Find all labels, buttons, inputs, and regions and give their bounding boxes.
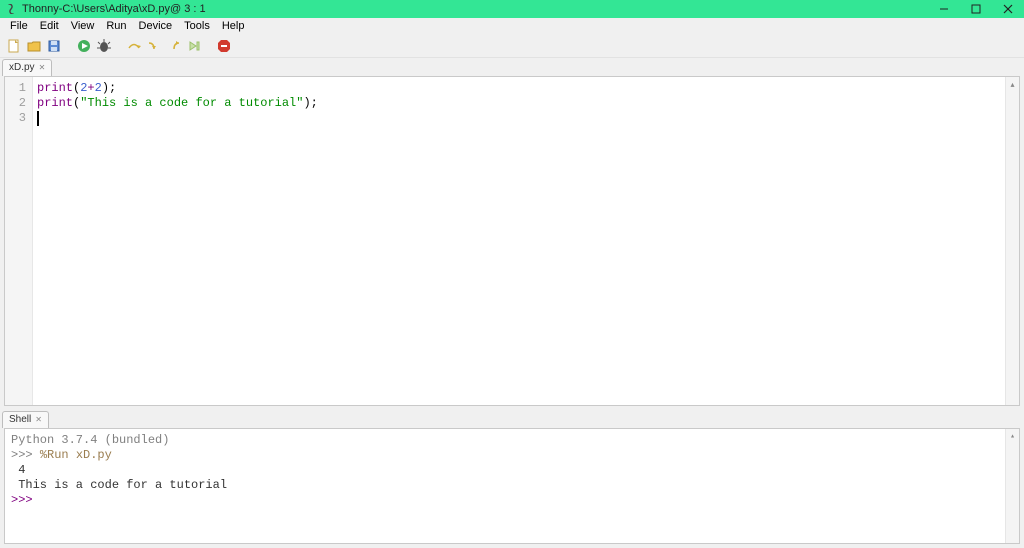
- shell-tab-label: Shell: [9, 413, 31, 427]
- chevron-up-icon[interactable]: ▴: [1006, 77, 1019, 91]
- minimize-button[interactable]: [928, 0, 960, 18]
- editor-scrollbar[interactable]: ▴: [1005, 77, 1019, 405]
- shell-line: Python 3.7.4 (bundled): [11, 433, 999, 448]
- run-icon[interactable]: [76, 38, 92, 54]
- step-into-icon[interactable]: [146, 38, 162, 54]
- line-number-gutter: 123: [5, 77, 33, 405]
- shell-output-line: This is a code for a tutorial: [11, 478, 227, 492]
- shell-tab[interactable]: Shell ✕: [2, 411, 49, 428]
- code-token: print: [37, 81, 73, 96]
- shell-run-command: %Run xD.py: [40, 448, 112, 462]
- shell-prompt: >>>: [11, 448, 40, 462]
- debug-icon[interactable]: [96, 38, 112, 54]
- title-cursor-pos: @ 3 : 1: [170, 3, 206, 15]
- shell-line: >>>: [11, 493, 999, 508]
- code-token: ;: [109, 81, 116, 96]
- code-line: [37, 111, 1001, 126]
- code-text-area[interactable]: print(2+2);print("This is a code for a t…: [33, 77, 1005, 405]
- title-filepath: C:\Users\Aditya\xD.py: [62, 3, 170, 15]
- open-file-icon[interactable]: [26, 38, 42, 54]
- code-token: print: [37, 96, 73, 111]
- new-file-icon[interactable]: [6, 38, 22, 54]
- close-icon[interactable]: ✕: [35, 413, 42, 427]
- toolbar: [0, 34, 1024, 58]
- editor-tab-label: xD.py: [9, 61, 35, 75]
- shell-prompt: >>>: [11, 493, 40, 507]
- shell-output-line: 4: [11, 463, 25, 477]
- chevron-up-icon[interactable]: ▴: [1006, 429, 1019, 443]
- close-button[interactable]: [992, 0, 1024, 18]
- code-token: 2: [80, 81, 87, 96]
- menu-view[interactable]: View: [65, 19, 101, 33]
- stop-icon[interactable]: [216, 38, 232, 54]
- shell-output-area[interactable]: Python 3.7.4 (bundled)>>> %Run xD.py 4 T…: [5, 429, 1005, 543]
- shell-line: 4: [11, 463, 999, 478]
- menu-help[interactable]: Help: [216, 19, 251, 33]
- code-token: 2: [95, 81, 102, 96]
- save-icon[interactable]: [46, 38, 62, 54]
- menu-edit[interactable]: Edit: [34, 19, 65, 33]
- code-token: "This is a code for a tutorial": [80, 96, 303, 111]
- code-token: (: [73, 81, 80, 96]
- shell-panel[interactable]: Python 3.7.4 (bundled)>>> %Run xD.py 4 T…: [4, 428, 1020, 544]
- line-number: 1: [5, 81, 32, 96]
- shell-line: >>> %Run xD.py: [11, 448, 999, 463]
- shell-scrollbar[interactable]: ▴: [1005, 429, 1019, 543]
- resume-icon[interactable]: [186, 38, 202, 54]
- text-cursor: [37, 111, 39, 126]
- menu-run[interactable]: Run: [100, 19, 132, 33]
- title-app-name: Thonny: [22, 3, 59, 15]
- code-line: print(2+2);: [37, 81, 1001, 96]
- maximize-button[interactable]: [960, 0, 992, 18]
- line-number: 3: [5, 111, 32, 126]
- code-editor[interactable]: 123 print(2+2);print("This is a code for…: [4, 76, 1020, 406]
- titlebar: Thonny - C:\Users\Aditya\xD.py @ 3 : 1: [0, 0, 1024, 18]
- line-number: 2: [5, 96, 32, 111]
- step-out-icon[interactable]: [166, 38, 182, 54]
- code-token: (: [73, 96, 80, 111]
- editor-tab-strip: xD.py ✕: [0, 58, 1024, 76]
- menu-tools[interactable]: Tools: [178, 19, 216, 33]
- shell-line: This is a code for a tutorial: [11, 478, 999, 493]
- code-token: ): [303, 96, 310, 111]
- code-token: +: [87, 81, 94, 96]
- code-line: print("This is a code for a tutorial");: [37, 96, 1001, 111]
- close-icon[interactable]: ✕: [39, 61, 46, 75]
- shell-banner: Python 3.7.4 (bundled): [11, 433, 169, 447]
- menu-device[interactable]: Device: [133, 19, 179, 33]
- editor-tab[interactable]: xD.py ✕: [2, 59, 52, 76]
- code-token: ): [102, 81, 109, 96]
- app-logo-icon: [6, 4, 16, 14]
- menubar: File Edit View Run Device Tools Help: [0, 18, 1024, 34]
- menu-file[interactable]: File: [4, 19, 34, 33]
- code-token: ;: [311, 96, 318, 111]
- step-over-icon[interactable]: [126, 38, 142, 54]
- shell-tab-strip: Shell ✕: [0, 410, 1024, 428]
